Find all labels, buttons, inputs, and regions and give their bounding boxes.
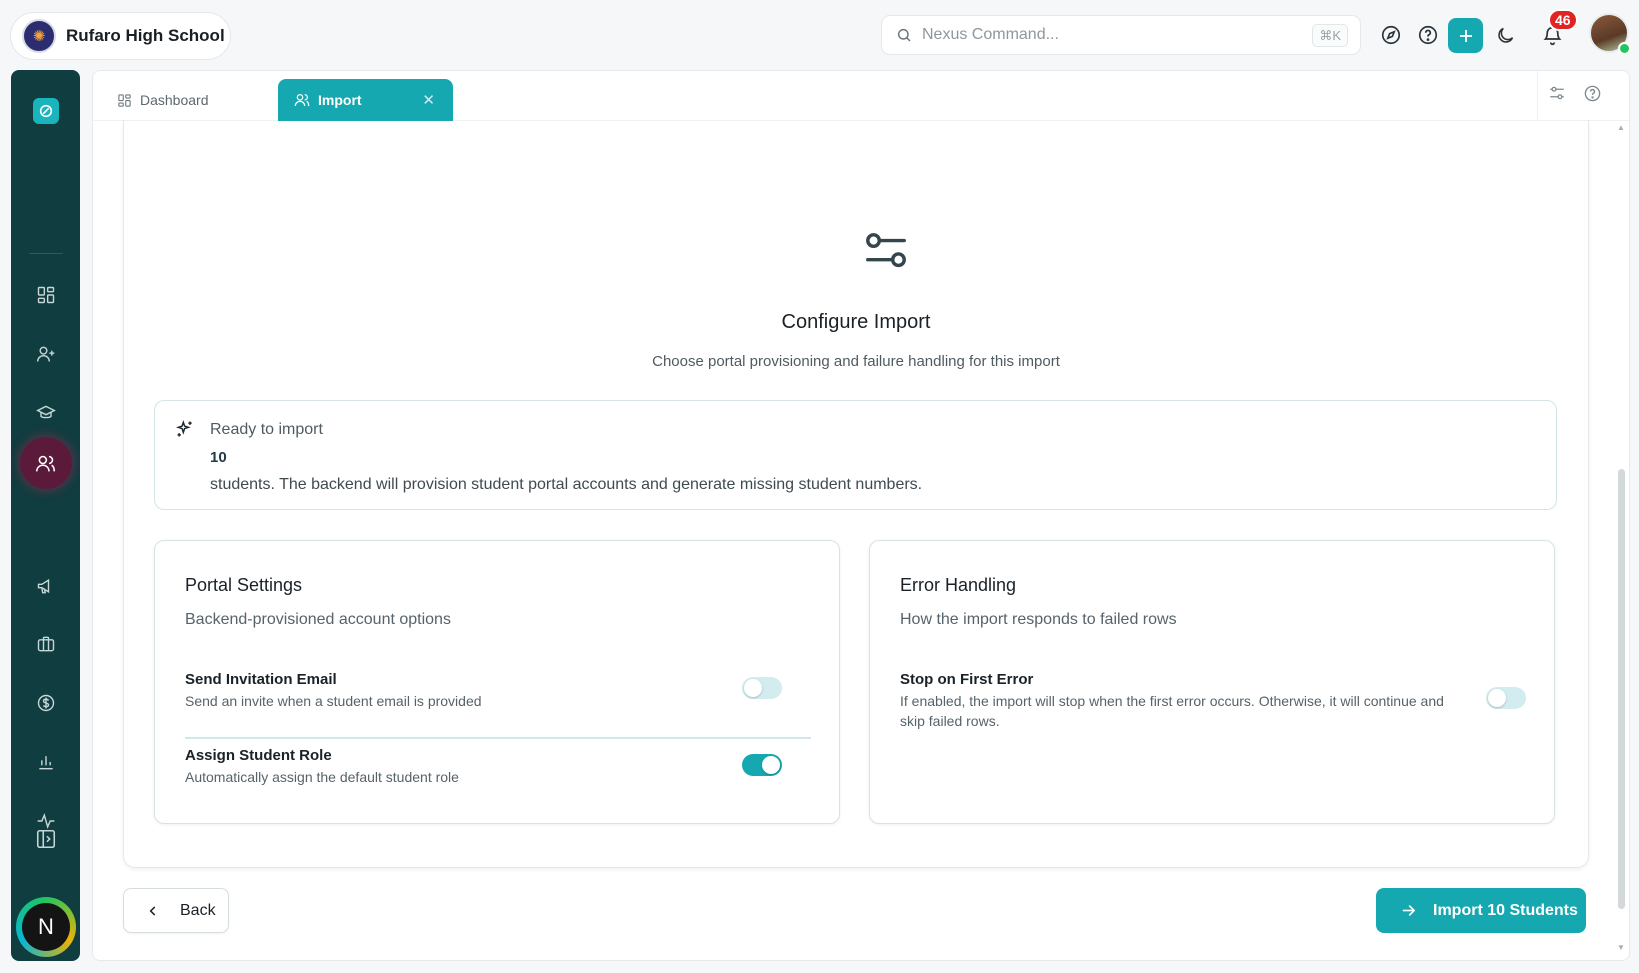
configure-card: Configure Import Choose portal provision… xyxy=(123,120,1589,868)
main-panel: Dashboard Import ✕ Configure Import Choo… xyxy=(92,70,1630,961)
portal-settings-panel: Portal Settings Backend-provisioned acco… xyxy=(154,540,840,824)
ready-description: students. The backend will provision stu… xyxy=(210,476,923,493)
scroll-up-arrow[interactable]: ▲ xyxy=(1616,123,1626,133)
sidebar-item-finance[interactable] xyxy=(11,683,80,723)
back-button[interactable]: Back xyxy=(123,888,229,933)
tab-label: Dashboard xyxy=(140,92,209,108)
profile-initial: N xyxy=(22,903,70,951)
error-handling-subtitle: How the import responds to failed rows xyxy=(900,611,1177,628)
import-label: Import 10 Students xyxy=(1433,901,1578,919)
sidebar: N xyxy=(11,70,80,961)
sidebar-item-hr[interactable] xyxy=(11,624,80,664)
setting-description: If enabled, the import will stop when th… xyxy=(900,693,1444,729)
send-invite-setting: Send Invitation Email Send an invite whe… xyxy=(185,671,811,711)
online-status-dot xyxy=(1618,42,1631,55)
scrollbar-thumb[interactable] xyxy=(1618,469,1625,909)
users-icon xyxy=(35,455,56,471)
tab-import[interactable]: Import ✕ xyxy=(278,79,453,121)
import-students-button[interactable]: Import 10 Students xyxy=(1376,888,1586,933)
page-title: Configure Import xyxy=(781,311,931,333)
graduation-cap-icon xyxy=(35,405,56,419)
school-name: Rufaro High School xyxy=(66,26,225,45)
megaphone-icon xyxy=(37,578,49,594)
sidebar-item-reports[interactable] xyxy=(11,742,80,782)
sidebar-item-students[interactable] xyxy=(11,443,80,483)
sidebar-divider xyxy=(29,253,63,254)
sidebar-item-admissions[interactable] xyxy=(11,334,80,374)
back-label: Back xyxy=(180,901,216,919)
error-handling-title: Error Handling xyxy=(900,575,1017,595)
sidebar-item-dashboard[interactable] xyxy=(11,275,80,315)
page-subtitle: Choose portal provisioning and failure h… xyxy=(652,353,1060,370)
portal-settings-title: Portal Settings xyxy=(185,575,303,595)
sidebar-collapse-toggle[interactable] xyxy=(11,819,80,859)
plus-icon xyxy=(1459,29,1472,42)
setting-name: Send Invitation Email xyxy=(185,671,337,688)
search-shortcut: ⌘K xyxy=(1312,24,1348,47)
command-search[interactable]: Nexus Command... ⌘K xyxy=(881,15,1361,55)
ready-summary: Ready to import 10 students. The backend… xyxy=(154,400,1557,510)
setting-description: Send an invite when a student email is p… xyxy=(185,693,482,709)
create-button[interactable] xyxy=(1448,18,1483,53)
setting-name: Stop on First Error xyxy=(900,671,1034,688)
ready-count: 10 xyxy=(210,449,227,466)
notification-badge: 46 xyxy=(1548,9,1578,31)
briefcase-icon xyxy=(37,636,54,652)
tab-bar: Dashboard Import ✕ xyxy=(93,71,1629,121)
grid-icon xyxy=(118,93,131,107)
tab-dashboard[interactable]: Dashboard xyxy=(117,79,267,121)
school-switcher[interactable]: ✺ Rufaro High School xyxy=(10,12,231,60)
portal-settings-subtitle: Backend-provisioned account options xyxy=(185,611,451,628)
sparkles-icon xyxy=(175,419,192,437)
users-icon xyxy=(294,94,310,107)
profile-ring[interactable]: N xyxy=(16,897,76,957)
setting-divider xyxy=(185,737,811,739)
sliders-icon[interactable] xyxy=(1548,84,1566,102)
arrow-right-icon xyxy=(1402,904,1416,917)
settings-toggle-icon xyxy=(866,233,906,268)
grid-icon xyxy=(37,286,54,304)
stop-on-error-setting: Stop on First Error If enabled, the impo… xyxy=(900,671,1445,731)
sidebar-item-academics[interactable] xyxy=(11,393,80,433)
send-invite-toggle[interactable] xyxy=(742,677,782,699)
panel-toggle-icon xyxy=(36,829,55,849)
setting-name: Assign Student Role xyxy=(185,747,332,764)
close-tab-icon[interactable]: ✕ xyxy=(422,91,435,109)
moon-icon[interactable] xyxy=(1490,19,1520,51)
tab-tools xyxy=(1537,71,1629,121)
assign-role-setting: Assign Student Role Automatically assign… xyxy=(185,747,811,787)
error-handling-panel: Error Handling How the import responds t… xyxy=(869,540,1555,824)
user-plus-icon xyxy=(36,346,54,362)
app-logo-icon[interactable] xyxy=(33,98,59,124)
help-icon[interactable] xyxy=(1413,19,1443,51)
setting-description: Automatically assign the default student… xyxy=(185,769,459,785)
ready-label: Ready to import xyxy=(210,421,323,438)
tab-label: Import xyxy=(318,92,362,108)
sidebar-item-announcements[interactable] xyxy=(11,566,80,606)
search-placeholder: Nexus Command... xyxy=(922,26,1059,43)
chevron-left-icon xyxy=(149,905,156,916)
compass-icon[interactable] xyxy=(1376,19,1406,51)
search-icon xyxy=(897,28,911,42)
bar-chart-icon xyxy=(38,756,53,770)
dollar-icon xyxy=(37,694,54,712)
scroll-down-arrow[interactable]: ▼ xyxy=(1616,943,1626,953)
stop-on-error-toggle[interactable] xyxy=(1486,687,1526,709)
help-icon[interactable] xyxy=(1583,84,1602,103)
school-logo-icon: ✺ xyxy=(22,19,56,53)
assign-role-toggle[interactable] xyxy=(742,754,782,776)
